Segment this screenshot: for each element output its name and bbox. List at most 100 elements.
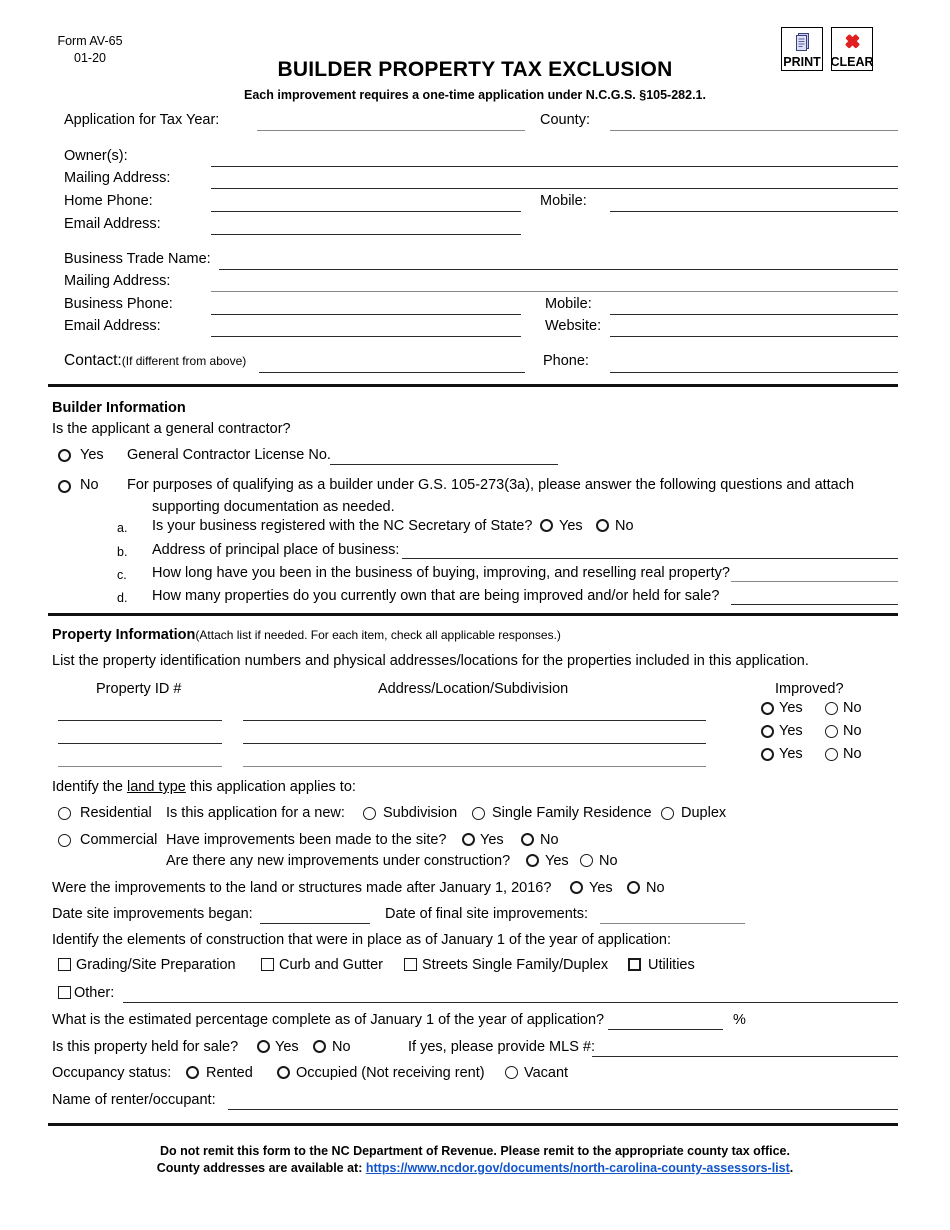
occupancy-vacant-radio[interactable] [505,1066,518,1079]
property-address-input-line[interactable] [243,743,706,744]
form-page: Form AV-65 01-20 BUILDER PROPERTY TAX EX… [0,0,950,1230]
sub-question-a-text: Is your business registered with the NC … [152,518,533,534]
date-final-label: Date of final site improvements: [385,906,589,922]
held-for-sale-no-label: No [332,1039,351,1055]
sub-d-input-line[interactable] [731,604,898,605]
property-improved-no-radio[interactable] [825,702,838,715]
tax-year-input-line[interactable] [257,130,525,131]
percent-complete-input-line[interactable] [608,1029,723,1030]
business-mailing-address-label: Mailing Address: [64,273,171,289]
site-improvements-question: Have improvements been made to the site? [166,832,447,848]
county-assessors-list-link[interactable]: https://www.ncdor.gov/documents/north-ca… [366,1161,790,1175]
checkbox-utilities[interactable] [628,958,641,971]
business-trade-name-input-line[interactable] [219,269,898,270]
occupancy-vacant-label: Vacant [524,1065,569,1081]
builder-qualification-text-line2: supporting documentation as needed. [152,499,395,515]
property-id-input-line[interactable] [58,743,222,744]
sub-b-input-line[interactable] [402,558,898,559]
date-began-input-line[interactable] [260,923,370,924]
new-duplex-label: Duplex [681,805,727,821]
owner-mobile-input-line[interactable] [610,211,898,212]
print-document-icon [794,28,811,55]
new-subdivision-radio[interactable] [363,807,376,820]
contact-label-text: Contact: [64,352,122,369]
business-email-input-line[interactable] [211,336,521,337]
business-mobile-input-line[interactable] [610,314,898,315]
land-type-post: this application applies to: [185,779,356,795]
red-x-icon [843,28,862,55]
home-phone-input-line[interactable] [211,211,521,212]
percent-symbol: % [733,1012,746,1028]
property-improved-no-radio[interactable] [825,725,838,738]
sub-question-d-text: How many properties do you currently own… [152,588,720,604]
renter-name-input-line[interactable] [228,1109,898,1110]
mls-number-input-line[interactable] [592,1056,898,1057]
date-final-input-line[interactable] [600,923,745,924]
business-website-label: Website: [545,318,602,334]
property-improved-yes-radio[interactable] [761,702,774,715]
after-2016-no-radio[interactable] [627,881,640,894]
sub-a-no-radio[interactable] [596,519,609,532]
construction-elements-question: Identify the elements of construction th… [52,932,672,948]
property-improved-yes-label: Yes [779,700,803,716]
property-improved-yes-radio[interactable] [761,748,774,761]
owners-input-line[interactable] [211,166,898,167]
property-id-input-line[interactable] [58,720,222,721]
business-phone-input-line[interactable] [211,314,521,315]
land-type-residential-radio[interactable] [58,807,71,820]
owner-email-input-line[interactable] [211,234,521,235]
property-improved-yes-radio[interactable] [761,725,774,738]
checkbox-other[interactable] [58,986,71,999]
county-input-line[interactable] [610,130,898,131]
under-construction-yes-radio[interactable] [526,854,539,867]
new-single-family-radio[interactable] [472,807,485,820]
under-construction-no-radio[interactable] [580,854,593,867]
held-for-sale-yes-radio[interactable] [257,1040,270,1053]
property-information-heading: Property Information(Attach list if need… [52,627,561,643]
owner-email-label: Email Address: [64,216,161,232]
general-contractor-no-label: No [80,477,99,493]
site-improvements-no-radio[interactable] [521,833,534,846]
general-contractor-yes-radio[interactable] [58,449,71,462]
land-type-pre: Identify the [52,779,127,795]
footer-line2-suffix: . [789,1161,794,1175]
sub-question-c-text: How long have you been in the business o… [152,565,730,581]
property-improved-no-label: No [843,746,862,762]
footer-notice-line2: County addresses are available at: https… [0,1160,950,1177]
home-phone-label: Home Phone: [64,193,153,209]
contact-input-line[interactable] [259,372,525,373]
contact-phone-input-line[interactable] [610,372,898,373]
property-improved-no-label: No [843,700,862,716]
property-improved-no-radio[interactable] [825,748,838,761]
new-duplex-radio[interactable] [661,807,674,820]
site-improvements-yes-radio[interactable] [462,833,475,846]
checkbox-curb-and-gutter[interactable] [261,958,274,971]
sub-c-input-line[interactable] [731,581,898,582]
print-button[interactable]: PRINT [781,27,823,71]
occupancy-occupied-radio[interactable] [277,1066,290,1079]
checkbox-grading-site-preparation[interactable] [58,958,71,971]
property-id-input-line[interactable] [58,766,222,767]
owner-mailing-address-input-line[interactable] [211,188,898,189]
property-address-input-line[interactable] [243,766,706,767]
held-for-sale-no-radio[interactable] [313,1040,326,1053]
checkbox-streets-single-family-duplex[interactable] [404,958,417,971]
occupancy-rented-radio[interactable] [186,1066,199,1079]
sub-question-b-marker: b. [117,545,128,559]
other-input-line[interactable] [123,1002,898,1003]
business-phone-label: Business Phone: [64,296,173,312]
general-contractor-no-radio[interactable] [58,480,71,493]
license-number-input-line[interactable] [330,464,558,465]
land-type-commercial-label: Commercial [80,832,158,848]
property-address-input-line[interactable] [243,720,706,721]
property-list-instruction: List the property identification numbers… [52,653,809,669]
sub-a-yes-radio[interactable] [540,519,553,532]
clear-button[interactable]: CLEAR [830,27,874,71]
business-website-input-line[interactable] [610,336,898,337]
after-2016-yes-radio[interactable] [570,881,583,894]
business-mailing-address-input-line[interactable] [211,291,898,292]
sub-question-b-text: Address of principal place of business: [152,542,400,558]
general-contractor-yes-label: Yes [80,447,104,463]
builder-word-italic: builder [329,477,373,493]
land-type-commercial-radio[interactable] [58,834,71,847]
